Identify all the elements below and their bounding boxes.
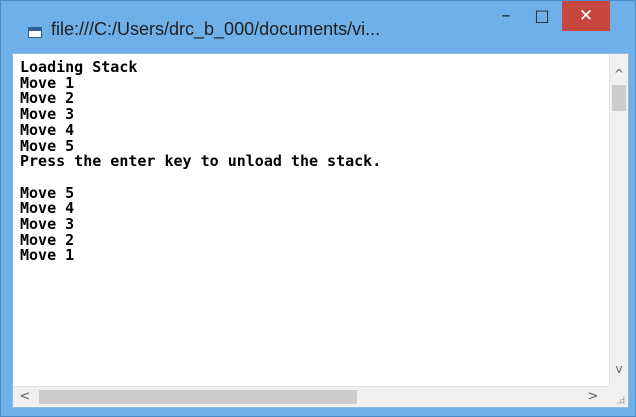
console-line: Press the enter key to unload the stack. <box>20 152 382 171</box>
console-line: Move 2 <box>20 89 75 108</box>
console-line: Move 1 <box>20 73 75 92</box>
console-line: Move 1 <box>20 246 75 265</box>
scroll-left-icon[interactable]: < <box>19 390 31 403</box>
scroll-right-icon[interactable]: > <box>587 390 599 403</box>
horizontal-scrollbar[interactable]: < > <box>13 386 609 407</box>
console-line: Move 4 <box>20 199 75 218</box>
console-line: Move 4 <box>20 120 75 139</box>
scroll-up-icon[interactable]: ^ <box>612 68 626 80</box>
console-output: Loading Stack Move 1 Move 2 Move 3 Move 4 Mov… <box>20 60 596 380</box>
resize-corner[interactable] <box>609 386 628 407</box>
resize-grip-icon[interactable] <box>616 395 625 404</box>
vertical-scroll-thumb[interactable] <box>612 85 626 111</box>
minimize-button[interactable]: – <box>488 1 524 31</box>
console-window-icon[interactable] <box>28 27 42 38</box>
console-line: Move 5 <box>20 183 75 202</box>
maximize-button[interactable]: □ <box>524 1 560 31</box>
scroll-down-icon[interactable]: v <box>612 363 626 375</box>
console-line: Loading Stack <box>20 60 138 76</box>
window-title: file:///C:/Users/drc_b_000/documents/vi.… <box>51 19 381 39</box>
console-window: file:///C:/Users/drc_b_000/documents/vi.… <box>0 0 636 417</box>
console-line: Move 3 <box>20 215 75 234</box>
title-bar[interactable]: file:///C:/Users/drc_b_000/documents/vi.… <box>1 1 635 45</box>
console-area[interactable]: Loading Stack Move 1 Move 2 Move 3 Move 4 Mov… <box>12 53 629 408</box>
vertical-scrollbar[interactable]: ^ v <box>609 54 628 387</box>
console-line: Move 3 <box>20 105 75 124</box>
console-line: Move 2 <box>20 230 75 249</box>
close-button[interactable]: ✕ <box>562 1 610 31</box>
horizontal-scroll-thumb[interactable] <box>39 390 357 404</box>
